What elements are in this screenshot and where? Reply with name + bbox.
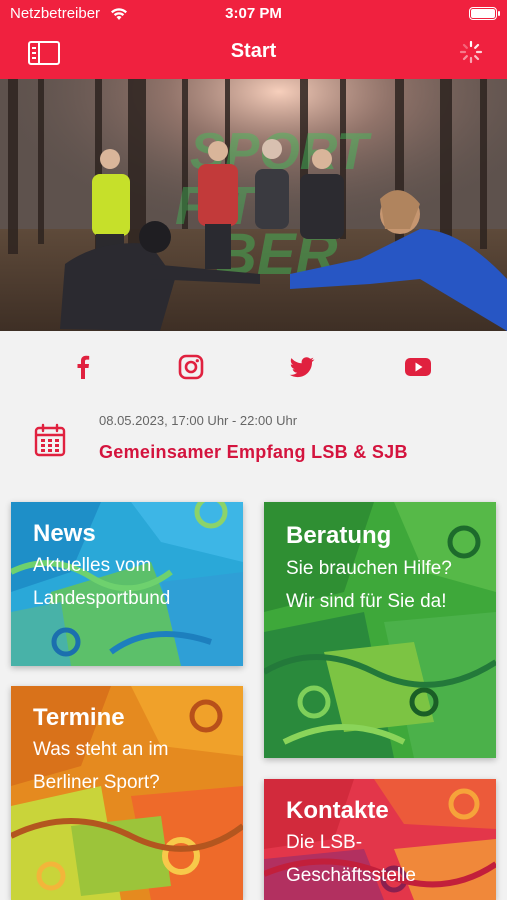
twitter-icon[interactable] [287, 352, 317, 382]
termine-line-1: Was steht an im [33, 739, 169, 760]
news-line-2: Landesportbund [33, 588, 171, 609]
beratung-line-2: Wir sind für Sie da! [286, 591, 447, 612]
beratung-line-1: Sie brauchen Hilfe? [286, 558, 452, 579]
kontakte-tile[interactable]: Kontakte Die LSB- Geschäftsstelle [264, 779, 496, 900]
youtube-icon[interactable] [403, 352, 433, 382]
loading-spinner-icon [459, 40, 483, 64]
event-title[interactable]: Gemeinsamer Empfang LSB & SJB [99, 442, 408, 463]
termine-title: Termine [33, 704, 125, 731]
status-bar: Netzbetreiber 3:07 PM [0, 5, 507, 25]
social-links [0, 352, 507, 382]
facebook-icon[interactable] [68, 352, 98, 382]
calendar-icon [34, 423, 66, 457]
upcoming-event[interactable]: 08.05.2023, 17:00 Uhr - 22:00 Uhr Gemein… [0, 405, 507, 475]
news-line-1: Aktuelles vom [33, 555, 152, 576]
beratung-title: Beratung [286, 522, 392, 549]
top-bar: Netzbetreiber 3:07 PM Start [0, 0, 507, 79]
battery-icon [469, 7, 500, 20]
instagram-icon[interactable] [176, 352, 206, 382]
kontakte-line-1: Die LSB- [286, 832, 363, 853]
termine-line-2: Berliner Sport? [33, 772, 160, 793]
beratung-tile[interactable]: Beratung Sie brauchen Hilfe? Wir sind fü… [264, 502, 496, 758]
news-title: News [33, 520, 96, 547]
news-tile[interactable]: News Aktuelles vom Landesportbund [11, 502, 243, 666]
status-time: 3:07 PM [225, 5, 282, 22]
event-date: 08.05.2023, 17:00 Uhr - 22:00 Uhr [99, 413, 298, 428]
kontakte-line-2: Geschäftsstelle [286, 865, 416, 886]
hero-image: SPORT FIT BER [0, 79, 507, 331]
termine-tile[interactable]: Termine Was steht an im Berliner Sport? [11, 686, 243, 900]
page-title: Start [230, 40, 277, 62]
kontakte-title: Kontakte [286, 797, 389, 824]
